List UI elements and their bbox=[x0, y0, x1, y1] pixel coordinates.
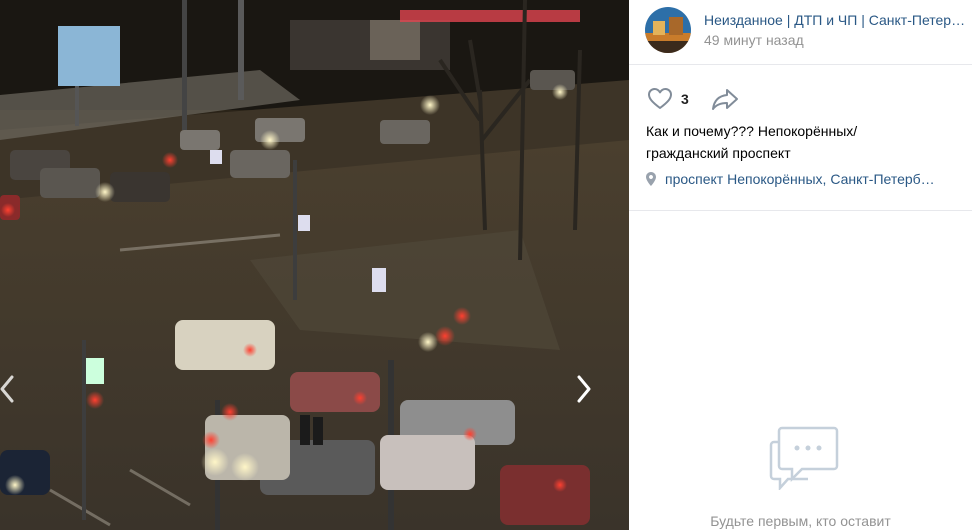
like-count: 3 bbox=[681, 91, 689, 107]
next-photo-button[interactable] bbox=[569, 365, 599, 413]
post-header: Неизданное | ДТП и ЧП | Санкт-Петер… 49 … bbox=[629, 0, 972, 65]
chevron-left-icon bbox=[0, 375, 14, 403]
photo-viewer[interactable] bbox=[0, 0, 629, 530]
post-location-link[interactable]: проспект Непокорённых, Санкт-Петерб… bbox=[646, 171, 964, 187]
share-arrow-icon bbox=[711, 89, 738, 110]
heart-icon bbox=[648, 88, 672, 109]
group-name-link[interactable]: Неизданное | ДТП и ЧП | Санкт-Петер… bbox=[704, 12, 964, 28]
like-button[interactable]: 3 bbox=[647, 87, 689, 111]
post-info-panel: Неизданное | ДТП и ЧП | Санкт-Петер… 49 … bbox=[629, 0, 972, 530]
post-actions: 3 bbox=[647, 86, 739, 112]
divider bbox=[629, 210, 972, 211]
share-button[interactable] bbox=[711, 87, 739, 111]
location-text: проспект Непокорённых, Санкт-Петерб… bbox=[665, 171, 935, 187]
chevron-right-icon bbox=[577, 375, 591, 403]
post-text-line: Как и почему??? Непокорённых/ bbox=[646, 123, 858, 139]
previous-photo-button[interactable] bbox=[0, 365, 22, 413]
photo bbox=[0, 0, 629, 530]
empty-comments-text: Будьте первым, кто оставит bbox=[710, 513, 891, 529]
speech-bubbles-icon bbox=[768, 424, 840, 495]
post-text: Как и почему??? Непокорённых/ граждански… bbox=[646, 120, 956, 164]
group-avatar[interactable] bbox=[645, 7, 691, 53]
post-text-line: гражданский проспект bbox=[646, 145, 791, 161]
location-pin-icon bbox=[646, 172, 656, 186]
post-timestamp[interactable]: 49 минут назад bbox=[704, 32, 804, 48]
